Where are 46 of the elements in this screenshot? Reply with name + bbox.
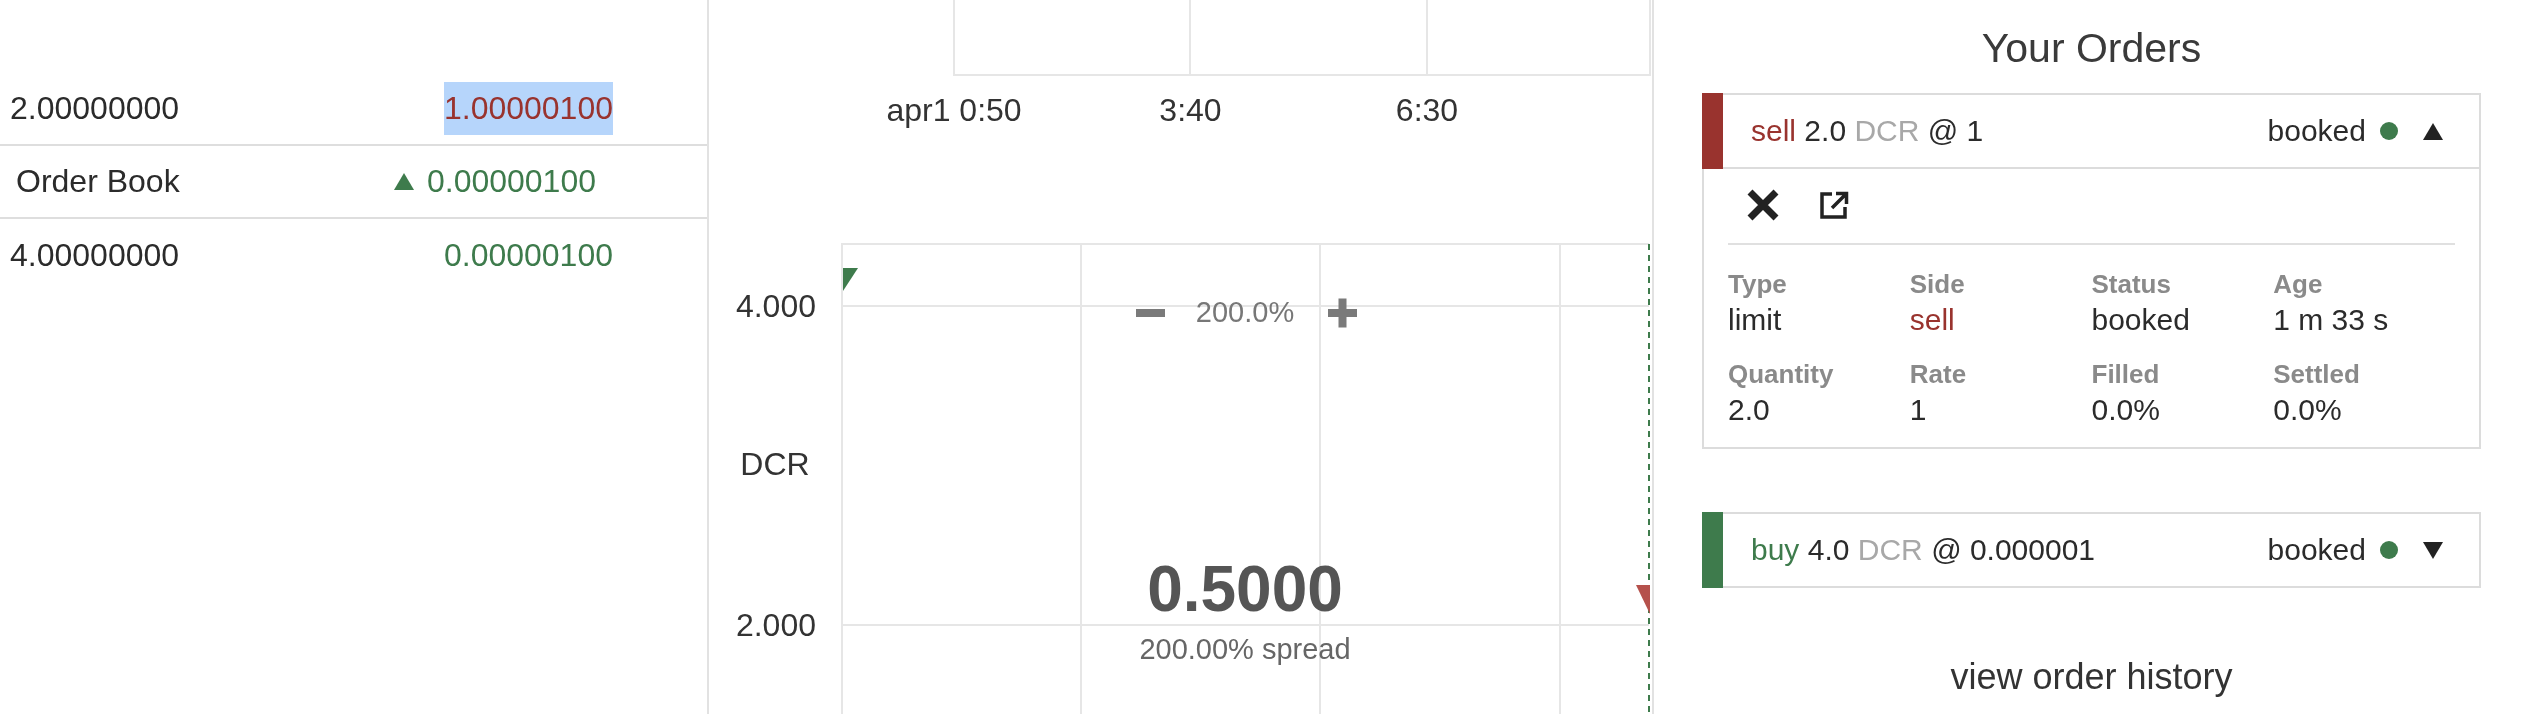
caret-icon[interactable]: [2423, 122, 2443, 140]
order-quantity: 4.00000000: [10, 237, 180, 274]
detail-value: 0.0%: [2273, 393, 2342, 427]
zoom-level: 200.0%: [1195, 296, 1295, 328]
detail-value: limit: [1728, 303, 1782, 337]
axis-unit-label: DCR: [740, 446, 810, 482]
detail-value: 1 m 33 s: [2273, 303, 2389, 337]
detail-label: Quantity: [1728, 358, 1834, 391]
panel-title: Your Orders: [1981, 24, 2202, 73]
detail-value: booked: [2091, 303, 2190, 337]
detail-value: 0.0%: [2091, 393, 2160, 427]
order-history-link[interactable]: view order history: [1950, 655, 2233, 699]
detail-value: sell: [1909, 303, 1955, 337]
detail-label: Age: [2273, 268, 2323, 301]
axis-tick-label: 3:40: [1159, 92, 1222, 128]
axis-tick-label: 2.000: [735, 607, 816, 643]
external-link-icon[interactable]: [1819, 190, 1850, 220]
detail-value: 2.0: [1728, 393, 1770, 427]
order-status: booked: [2267, 533, 2366, 567]
order-marker-icon: [843, 268, 858, 291]
detail-label: Settled: [2273, 358, 2360, 391]
detail-label: Filled: [2091, 358, 2160, 391]
axis-tick-label: 6:30: [1395, 92, 1459, 128]
order-rate: 1.00000100: [443, 82, 613, 135]
order-quantity: 2.00000000: [10, 90, 180, 127]
status-dot-icon: [2380, 122, 2398, 140]
axis-tick-label: apr1 0:50: [886, 92, 1022, 128]
axis-tick-label: 4.000: [735, 288, 816, 324]
detail-label: Side: [1909, 268, 1965, 301]
detail-value: 1: [1909, 393, 1927, 427]
spread-label: 200.00% spread: [1139, 633, 1351, 665]
plus-icon[interactable]: [1328, 298, 1357, 328]
cancel-icon[interactable]: [1746, 188, 1780, 222]
mid-gap-price: 0.5000: [1147, 553, 1343, 625]
order-marker-icon: [1636, 585, 1650, 614]
caret-icon[interactable]: [2423, 541, 2443, 559]
detail-label: Status: [2091, 268, 2171, 301]
order-rate: 0.00000100: [443, 236, 613, 275]
order-book-label: Order Book: [16, 163, 180, 200]
detail-label: Type: [1728, 268, 1787, 301]
order-summary[interactable]: buy 4.0 DCR @ 0.000001: [1751, 533, 2096, 567]
price-change: 0.00000100: [426, 163, 596, 200]
order-summary[interactable]: sell 2.0 DCR @ 1: [1751, 114, 1984, 148]
detail-label: Rate: [1909, 358, 1967, 391]
status-dot-icon: [2380, 541, 2398, 559]
order-status: booked: [2267, 114, 2366, 148]
